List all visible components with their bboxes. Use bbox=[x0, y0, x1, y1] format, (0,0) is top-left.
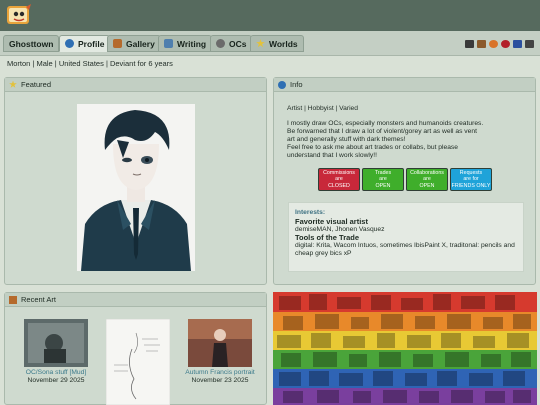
trades-badge[interactable]: Trades are OPEN bbox=[362, 168, 404, 191]
commissions-badge[interactable]: Commissions are CLOSED bbox=[318, 168, 360, 191]
recent-art-item[interactable]: OC/Sona stuff [Mud] November 29 2025 bbox=[17, 319, 95, 385]
bio-line: Be forwarned that I draw a lot of violen… bbox=[287, 128, 477, 135]
writing-icon bbox=[164, 39, 173, 48]
profile-tabs: Ghosttown Profile Gallery Writing OCs Wo… bbox=[0, 31, 540, 56]
share-icon[interactable] bbox=[465, 40, 474, 48]
gallery-icon bbox=[9, 295, 17, 304]
tab-ghosttown[interactable]: Ghosttown bbox=[3, 35, 60, 52]
header-tools bbox=[465, 40, 534, 48]
recent-art-header: Recent Art bbox=[5, 293, 266, 307]
tab-writing[interactable]: Writing bbox=[158, 35, 213, 52]
info-header: Info bbox=[274, 78, 535, 92]
recent-art-title[interactable]: Autumn Francis portrait bbox=[177, 369, 263, 377]
paw-icon bbox=[216, 39, 225, 48]
featured-artwork[interactable] bbox=[77, 104, 195, 271]
bio-line: Feel free to ask me about art trades or … bbox=[287, 144, 458, 151]
featured-header: Featured bbox=[5, 78, 266, 92]
interests-box: Interests: Favorite visual artist demise… bbox=[288, 202, 524, 272]
tab-ocs[interactable]: OCs bbox=[210, 35, 253, 52]
bio-line: I mostly draw OCs, especially monsters a… bbox=[287, 120, 484, 127]
pumpkin-icon[interactable] bbox=[489, 40, 498, 48]
tools-label: Tools of the Trade bbox=[295, 233, 360, 242]
recent-art-item[interactable]: Autumn Francis portrait November 23 2025 bbox=[177, 319, 263, 385]
favorite-artist-label: Favorite visual artist bbox=[295, 217, 368, 226]
info-icon bbox=[65, 39, 74, 48]
recent-art-item[interactable] bbox=[101, 319, 175, 405]
recent-art-date: November 23 2025 bbox=[191, 377, 249, 384]
top-bar bbox=[0, 0, 540, 31]
thumbnail[interactable] bbox=[106, 319, 170, 405]
recent-art-title[interactable]: OC/Sona stuff [Mud] bbox=[17, 369, 95, 377]
tab-worlds[interactable]: Worlds bbox=[250, 35, 304, 52]
tab-gallery[interactable]: Gallery bbox=[107, 35, 161, 52]
pride-banner-image bbox=[273, 292, 537, 405]
gallery-icon bbox=[113, 39, 122, 48]
status-badges: Commissions are CLOSED Trades are OPEN C… bbox=[318, 168, 492, 191]
recent-art-list: OC/Sona stuff [Mud] November 29 2025 Aut… bbox=[5, 307, 268, 405]
collaborations-badge[interactable]: Collaborations are OPEN bbox=[406, 168, 448, 191]
profile-meta: Morton | Male | United States | Deviant … bbox=[7, 59, 173, 68]
rose-icon[interactable] bbox=[501, 40, 510, 48]
interests-title: Interests: bbox=[295, 209, 326, 216]
featured-panel: Featured bbox=[4, 77, 267, 285]
badge-icon[interactable] bbox=[525, 40, 534, 48]
coffee-icon[interactable] bbox=[477, 40, 486, 48]
calendar-icon[interactable] bbox=[513, 40, 522, 48]
recent-art-date: November 29 2025 bbox=[27, 377, 85, 384]
recent-art-panel: Recent Art OC/Sona stuff [Mud] November … bbox=[4, 292, 267, 405]
requests-badge[interactable]: Requests are for FRIENDS ONLY bbox=[450, 168, 492, 191]
info-panel: Info Artist | Hobbyist | Varied I mostly… bbox=[273, 77, 536, 285]
bio-text: Artist | Hobbyist | Varied I mostly draw… bbox=[287, 105, 529, 160]
thumbnail[interactable] bbox=[24, 319, 88, 367]
star-icon bbox=[9, 80, 17, 88]
bio-line: art and generally stuff with dark themes… bbox=[287, 136, 406, 143]
tools-value: digital: Krita, Wacom Intuos, sometimes … bbox=[295, 242, 515, 257]
ghost-logo-icon[interactable] bbox=[6, 3, 32, 27]
tab-profile[interactable]: Profile bbox=[59, 35, 111, 52]
star-icon bbox=[256, 39, 265, 48]
bio-line: understand that I work slowly!! bbox=[287, 152, 377, 159]
info-icon bbox=[278, 80, 286, 89]
artist-role: Artist | Hobbyist | Varied bbox=[287, 105, 358, 112]
thumbnail[interactable] bbox=[188, 319, 252, 367]
